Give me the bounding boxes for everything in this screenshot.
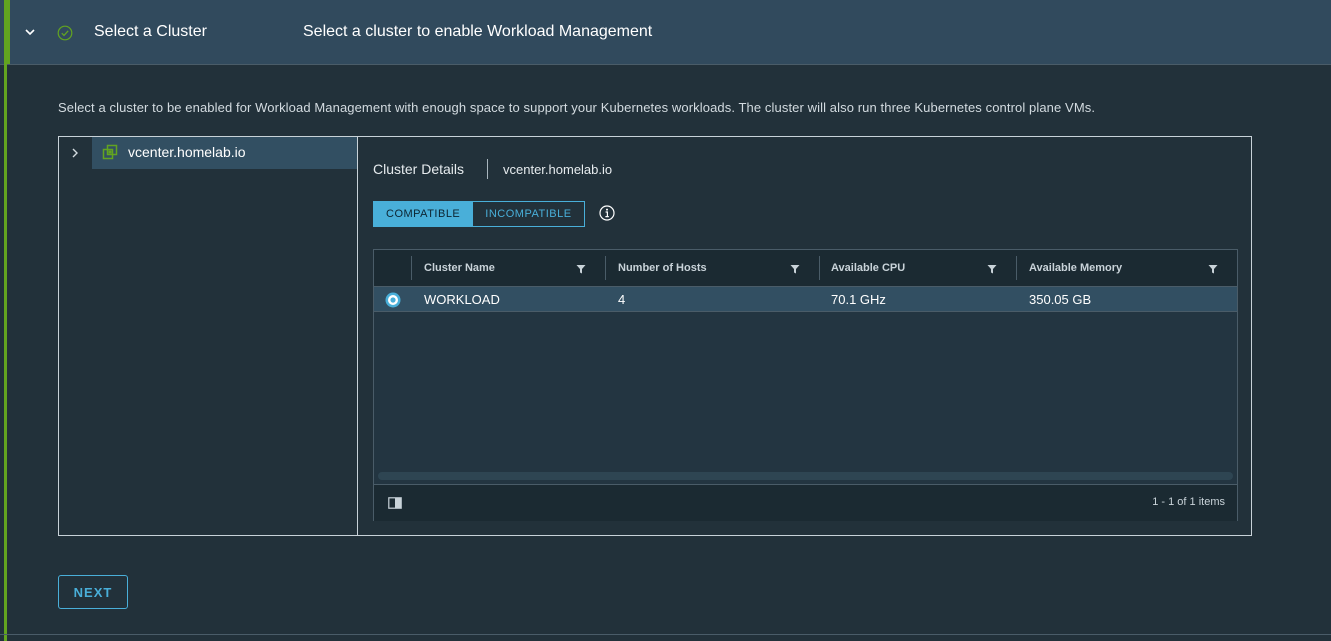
column-toggle-icon[interactable] <box>388 497 402 509</box>
column-header-number-of-hosts[interactable]: Number of Hosts <box>618 262 707 274</box>
details-title: Cluster Details <box>373 161 465 177</box>
tab-incompatible[interactable]: INCOMPATIBLE <box>472 202 583 226</box>
filter-icon[interactable] <box>576 264 586 274</box>
step-status-bar <box>4 0 10 64</box>
tree-expand-icon[interactable] <box>69 147 81 159</box>
column-header-cluster-name[interactable]: Cluster Name <box>424 262 495 274</box>
filter-icon[interactable] <box>1208 264 1218 274</box>
column-header-available-cpu[interactable]: Available CPU <box>831 262 905 274</box>
row-radio-selected[interactable] <box>385 292 401 308</box>
cell-available-cpu: 70.1 GHz <box>831 292 886 307</box>
filter-icon[interactable] <box>790 264 800 274</box>
step-title: Select a Cluster <box>94 23 207 40</box>
column-separator <box>411 256 412 280</box>
cluster-datagrid: Cluster Name Number of Hosts Available C… <box>373 249 1238 521</box>
next-button[interactable]: NEXT <box>58 575 128 609</box>
datagrid-header: Cluster Name Number of Hosts Available C… <box>374 250 1237 287</box>
pagination-summary: 1 - 1 of 1 items <box>1152 496 1225 508</box>
info-icon[interactable] <box>599 205 615 221</box>
horizontal-scrollbar[interactable] <box>378 472 1233 480</box>
column-separator[interactable] <box>819 256 820 280</box>
datacenter-icon <box>102 144 118 160</box>
step-subtitle: Select a cluster to enable Workload Mana… <box>303 23 653 40</box>
section-divider <box>0 634 1331 635</box>
compatibility-toggle: COMPATIBLE INCOMPATIBLE <box>373 201 585 227</box>
details-subtitle: vcenter.homelab.io <box>503 162 613 177</box>
cluster-selection-panel: vcenter.homelab.io Cluster Details vcent… <box>58 136 1252 536</box>
inventory-tree: vcenter.homelab.io <box>59 137 358 535</box>
step-header[interactable]: Select a Cluster Select a cluster to ena… <box>0 0 1331 65</box>
step-progress-line <box>4 64 7 641</box>
cell-number-of-hosts: 4 <box>618 292 626 307</box>
tab-compatible[interactable]: COMPATIBLE <box>374 202 473 226</box>
check-circle-icon <box>57 25 73 41</box>
tree-node-label: vcenter.homelab.io <box>128 144 246 160</box>
column-separator[interactable] <box>1016 256 1017 280</box>
details-divider <box>487 159 488 179</box>
filter-icon[interactable] <box>987 264 997 274</box>
column-separator[interactable] <box>605 256 606 280</box>
column-header-available-memory[interactable]: Available Memory <box>1029 262 1122 274</box>
datagrid-footer: 1 - 1 of 1 items <box>374 484 1237 521</box>
cell-available-memory: 350.05 GB <box>1029 292 1092 307</box>
chevron-down-icon[interactable] <box>24 26 36 38</box>
cell-cluster-name: WORKLOAD <box>424 292 500 307</box>
table-row[interactable]: WORKLOAD 4 70.1 GHz 350.05 GB <box>374 287 1237 312</box>
step-description: Select a cluster to be enabled for Workl… <box>58 100 1096 115</box>
tree-node-vcenter[interactable]: vcenter.homelab.io <box>92 137 357 169</box>
